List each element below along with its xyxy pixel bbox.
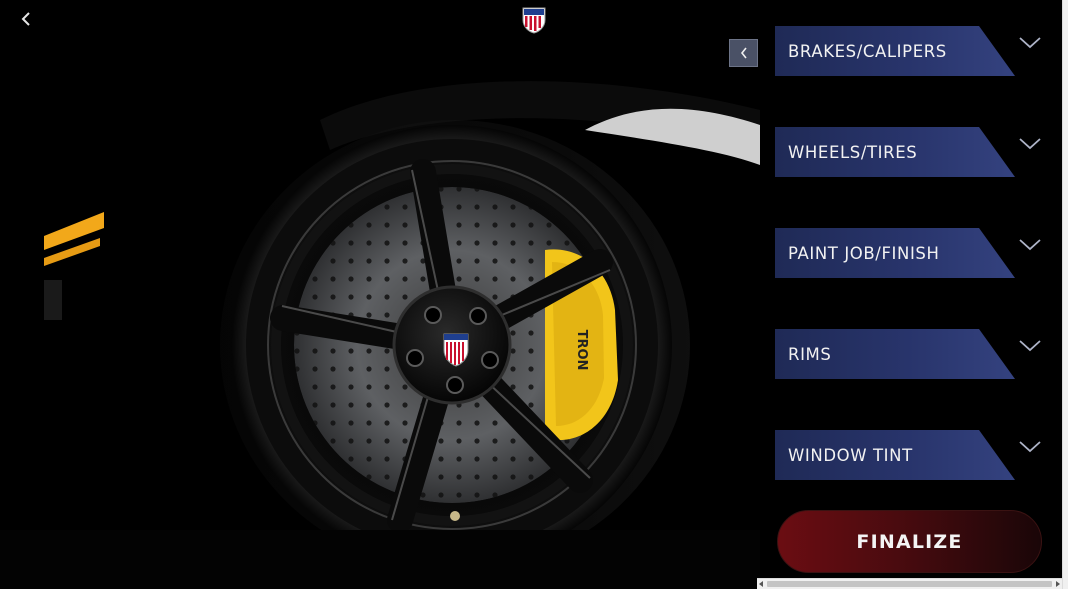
car-wheel-image: TRON <box>0 0 760 589</box>
collapse-panel-button[interactable] <box>729 39 758 67</box>
option-label: RIMS <box>788 344 832 364</box>
chevron-down-icon[interactable] <box>1018 439 1042 455</box>
shield-flag-logo <box>522 7 546 34</box>
scroll-left-icon[interactable] <box>759 581 763 587</box>
scroll-right-icon[interactable] <box>1056 581 1060 587</box>
back-button[interactable] <box>14 8 38 30</box>
option-label: WHEELS/TIRES <box>788 142 918 162</box>
chevron-down-icon[interactable] <box>1018 35 1042 51</box>
chevron-left-icon <box>21 12 30 26</box>
brand-logo <box>522 6 546 34</box>
option-label: WINDOW TINT <box>788 445 913 465</box>
scrollbar-thumb[interactable] <box>767 581 1052 587</box>
chevron-down-icon[interactable] <box>1018 338 1042 354</box>
caliper-text: TRON <box>574 330 589 371</box>
horizontal-scrollbar[interactable] <box>757 578 1062 589</box>
chevron-down-icon[interactable] <box>1018 237 1042 253</box>
finalize-button[interactable]: FINALIZE <box>777 510 1042 573</box>
options-panel: BRAKES/CALIPERS WHEELS/TIRES PAINT JOB/F… <box>760 0 1062 578</box>
chevron-down-icon[interactable] <box>1018 136 1042 152</box>
vertical-scrollbar[interactable] <box>1062 0 1068 589</box>
option-paint-job-finish[interactable]: PAINT JOB/FINISH <box>775 228 1015 278</box>
option-label: PAINT JOB/FINISH <box>788 243 940 263</box>
finalize-label: FINALIZE <box>856 530 963 553</box>
option-window-tint[interactable]: WINDOW TINT <box>775 430 1015 480</box>
option-label: BRAKES/CALIPERS <box>788 41 947 61</box>
car-wheel-preview: TRON <box>0 0 760 589</box>
configurator-screen: TRON BRAKES/CALIPERS WHEELS/TIRES PAINT … <box>0 0 1068 589</box>
option-rims[interactable]: RIMS <box>775 329 1015 379</box>
option-brakes-calipers[interactable]: BRAKES/CALIPERS <box>775 26 1015 76</box>
chevron-left-icon <box>740 47 747 59</box>
option-wheels-tires[interactable]: WHEELS/TIRES <box>775 127 1015 177</box>
